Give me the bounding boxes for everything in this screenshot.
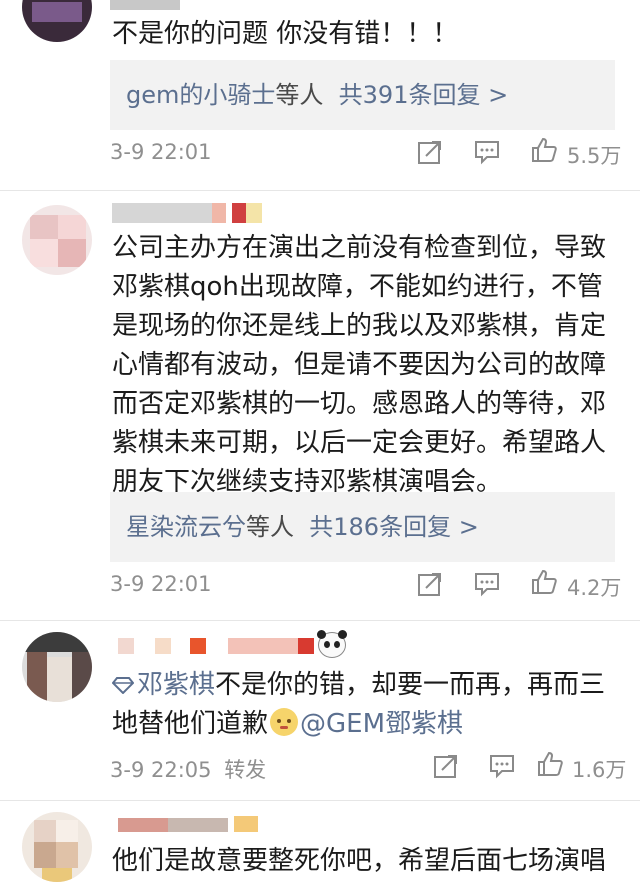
comment-time: 3-9 22:05 转发	[110, 754, 266, 784]
username-blurred	[155, 638, 171, 654]
shy-emoji-icon	[270, 708, 299, 736]
username-blurred[interactable]	[110, 0, 180, 10]
reply-users[interactable]: gem的小骑士	[126, 81, 275, 109]
comment-icon[interactable]	[473, 570, 501, 598]
username-blurred	[168, 818, 228, 832]
comment-icon[interactable]	[488, 752, 516, 780]
reply-etc: 等人	[246, 513, 294, 541]
reply-summary[interactable]: gem的小骑士等人 共391条回复 >	[110, 60, 615, 130]
username-blurred	[298, 638, 314, 654]
divider	[0, 620, 640, 621]
comment-text: 公司主办方在演出之前没有检查到位，导致邓紫棋qoh出现故障，不能如约进行，不管是…	[112, 233, 607, 497]
mention-topic[interactable]: 邓紫棋	[137, 670, 215, 700]
mention-user[interactable]: @GEM鄧紫棋	[300, 709, 463, 739]
comment-text-part: 不是你的错，却要一而再，再而三	[215, 670, 606, 700]
like-icon[interactable]	[536, 750, 564, 778]
avatar[interactable]	[22, 205, 92, 275]
panda-icon	[317, 630, 347, 658]
forward-link[interactable]: 转发	[224, 758, 266, 782]
username-blurred	[190, 638, 206, 654]
diamond-icon	[111, 677, 135, 695]
share-icon[interactable]	[432, 752, 460, 780]
reply-count[interactable]: 共186条回复 >	[309, 513, 479, 541]
reply-count[interactable]: 共391条回复 >	[339, 81, 509, 109]
avatar[interactable]	[22, 812, 92, 882]
avatar[interactable]	[22, 632, 92, 702]
username-blurred[interactable]	[118, 818, 168, 832]
divider	[0, 190, 640, 191]
comment-icon[interactable]	[473, 138, 501, 166]
username-blurred[interactable]	[118, 638, 134, 654]
divider	[0, 800, 640, 801]
like-count: 4.2万	[567, 576, 622, 600]
username-blurred	[246, 203, 262, 223]
reply-users[interactable]: 星染流云兮	[126, 513, 246, 541]
topic-link[interactable]: 邓紫棋	[111, 670, 215, 700]
share-icon[interactable]	[416, 570, 444, 598]
share-icon[interactable]	[416, 138, 444, 166]
comment-text-part: 地替他们道歉	[112, 709, 269, 739]
comment-text: 不是你的问题 你没有错！！！	[112, 19, 459, 49]
username-blurred	[228, 638, 298, 654]
comment-text: 他们是故意要整死你吧，希望后面七场演唱	[112, 846, 607, 876]
username-blurred	[234, 816, 258, 832]
comment-time: 3-9 22:01	[110, 572, 212, 596]
comment-time-value: 3-9 22:05	[110, 758, 212, 782]
like-count: 5.5万	[567, 144, 622, 168]
username-blurred	[212, 203, 226, 223]
comment-time: 3-9 22:01	[110, 140, 212, 164]
comment-text: 邓紫棋不是你的错，却要一而再，再而三地替他们道歉 @GEM鄧紫棋	[111, 666, 627, 744]
avatar[interactable]	[22, 0, 92, 42]
username-blurred[interactable]	[112, 203, 212, 223]
reply-summary[interactable]: 星染流云兮等人 共186条回复 >	[110, 492, 615, 562]
like-count: 1.6万	[572, 758, 627, 782]
like-icon[interactable]	[530, 568, 558, 596]
reply-etc: 等人	[275, 81, 324, 109]
username-blurred	[232, 203, 246, 223]
like-icon[interactable]	[530, 136, 558, 164]
